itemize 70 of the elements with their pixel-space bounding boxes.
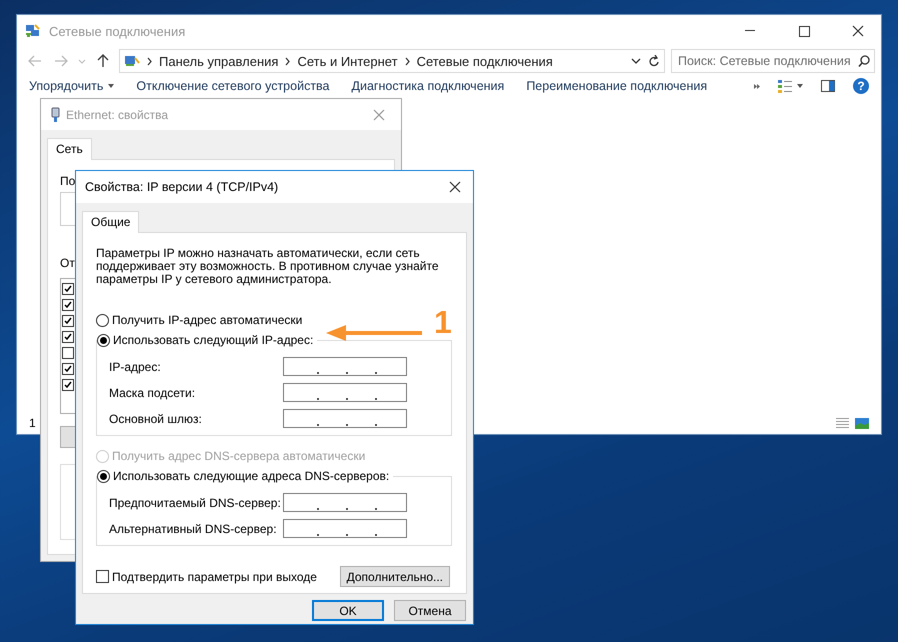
checkbox-label: Подтвердить параметры при выходе	[112, 570, 317, 584]
ip-address-field[interactable]	[283, 383, 407, 402]
window-title: Сетевые подключения	[49, 24, 186, 38]
window-title: Свойства: IP версии 4 (TCP/IPv4)	[85, 180, 280, 194]
radio-button[interactable]	[97, 470, 110, 482]
tab[interactable]: Сеть	[47, 138, 92, 160]
checkbox[interactable]	[62, 283, 74, 295]
breadcrumb-item[interactable]: Панель управления	[159, 54, 278, 68]
checkbox[interactable]	[62, 299, 74, 311]
breadcrumb-item[interactable]: Сеть и Интернет	[297, 54, 398, 68]
dialog-button[interactable]: OK	[312, 600, 384, 621]
more-icon[interactable]	[754, 84, 760, 88]
ethernet-icon	[51, 107, 60, 122]
radio-label: Использовать следующие адреса DNS-серверов:	[113, 469, 390, 483]
network-connections-icon	[25, 24, 41, 38]
ip-address-field[interactable]	[283, 519, 407, 538]
tab[interactable]: Общие	[82, 211, 140, 233]
advanced-button[interactable]: Дополнительно...	[340, 566, 450, 587]
preview-pane-icon[interactable]	[821, 80, 835, 92]
caret-icon	[797, 84, 803, 88]
field-label: IP-адрес:	[109, 360, 162, 374]
section-label: От	[60, 256, 75, 270]
field-label: Предпочитаемый DNS-сервер:	[109, 496, 282, 510]
checkbox[interactable]	[62, 331, 74, 343]
section-label: По	[60, 174, 76, 188]
checkbox[interactable]	[62, 363, 74, 375]
checkbox[interactable]	[62, 315, 74, 327]
chevron-icon	[285, 56, 290, 66]
field-label: Маска подсети:	[109, 386, 196, 400]
checkbox[interactable]	[62, 347, 74, 359]
dialog-button[interactable]: Отмена	[394, 600, 466, 621]
address-bar[interactable]: Панель управления Сеть и Интернет Сетевые подключения	[119, 49, 665, 73]
control-panel-icon	[124, 54, 140, 68]
maximize-icon[interactable]	[798, 26, 810, 36]
chevron-icon	[147, 56, 152, 66]
window-title: Ethernet: свойства	[66, 108, 170, 122]
dropdown-icon[interactable]	[631, 58, 641, 64]
field-label: Альтернативный DNS-сервер:	[109, 522, 278, 536]
details-view-icon[interactable]	[836, 417, 849, 429]
radio-button[interactable]	[97, 334, 110, 346]
ip-address-field[interactable]	[283, 357, 407, 376]
ip-address-field[interactable]	[283, 409, 407, 428]
breadcrumb-item[interactable]: Сетевые подключения	[416, 54, 553, 68]
annotation-number: 1	[434, 305, 452, 339]
radio-button[interactable]	[96, 314, 109, 326]
change-view-icon[interactable]	[778, 79, 792, 93]
up-arrow-icon[interactable]	[97, 54, 109, 68]
radio-label: Получить адрес DNS-сервера автоматически	[112, 449, 366, 463]
ip-address-field[interactable]	[283, 493, 407, 512]
status-text: 1	[29, 416, 36, 430]
help-button[interactable]: ?	[853, 78, 869, 94]
toolbar-button[interactable]: Диагностика подключения	[352, 79, 504, 93]
large-icons-view-icon[interactable]	[855, 418, 869, 428]
radio-label: Использовать следующий IP-адрес:	[113, 333, 314, 347]
toolbar-button[interactable]: Упорядочить	[29, 79, 114, 93]
toolbar-button[interactable]: Переименование подключения	[526, 79, 708, 93]
toolbar-button[interactable]: Отключение сетевого устройства	[136, 79, 330, 93]
radio-label: Получить IP-адрес автоматически	[112, 313, 302, 327]
checkbox[interactable]	[62, 379, 74, 391]
chevron-icon	[404, 56, 410, 66]
checkbox[interactable]	[96, 570, 109, 583]
minimize-icon[interactable]	[745, 30, 755, 32]
close-icon[interactable]	[852, 25, 864, 37]
search-field[interactable]: Поиск: Сетевые подключения	[671, 49, 875, 73]
caret-icon	[108, 84, 114, 88]
search-icon	[858, 55, 870, 67]
refresh-icon[interactable]	[648, 54, 660, 68]
close-icon[interactable]	[449, 181, 461, 193]
description-text: Параметры IP можно назначать автоматически, если сеть поддерживает эту возможность. В противном случае узнайте параметры IP у сетевого администратора.	[96, 247, 440, 286]
field-label: Основной шлюз:	[109, 412, 203, 426]
